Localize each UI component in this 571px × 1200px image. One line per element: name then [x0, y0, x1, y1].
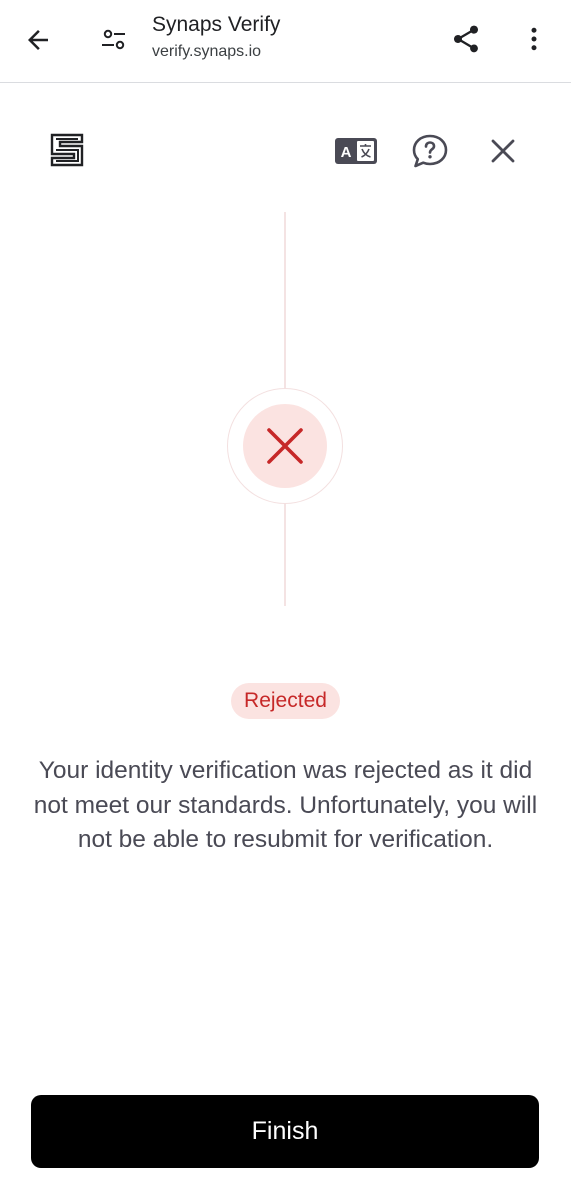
help-button[interactable]	[408, 130, 452, 172]
synaps-logo-icon	[50, 133, 84, 167]
more-vert-icon	[531, 27, 537, 51]
x-mark-icon	[267, 428, 303, 464]
svg-text:A: A	[341, 144, 352, 161]
back-button[interactable]	[16, 18, 60, 62]
synaps-logo	[46, 129, 88, 171]
translate-icon: A	[335, 138, 377, 164]
timeline-line-bottom	[284, 504, 286, 606]
page-title: Synaps Verify	[152, 13, 281, 36]
finish-button[interactable]: Finish	[31, 1095, 539, 1168]
close-icon	[491, 139, 515, 163]
status-badge: Rejected	[231, 683, 340, 719]
share-button[interactable]	[444, 17, 488, 61]
site-settings-button[interactable]	[92, 18, 136, 62]
status-circle	[243, 404, 327, 488]
back-arrow-icon	[28, 30, 48, 50]
page-url: verify.synaps.io	[152, 43, 262, 60]
page-title-block[interactable]: Synaps Verify verify.synaps.io	[152, 12, 280, 61]
browser-top-bar: Synaps Verify verify.synaps.io	[0, 0, 571, 83]
close-button[interactable]	[482, 130, 524, 172]
share-icon	[454, 25, 478, 53]
language-button[interactable]: A	[332, 132, 380, 170]
help-chat-icon	[412, 134, 448, 168]
status-message: Your identity verification was rejected …	[33, 757, 538, 853]
status-badge-wrapper: Rejected	[0, 683, 571, 719]
timeline-line-top	[284, 212, 286, 388]
more-options-button[interactable]	[512, 17, 556, 61]
tune-icon	[102, 29, 125, 50]
